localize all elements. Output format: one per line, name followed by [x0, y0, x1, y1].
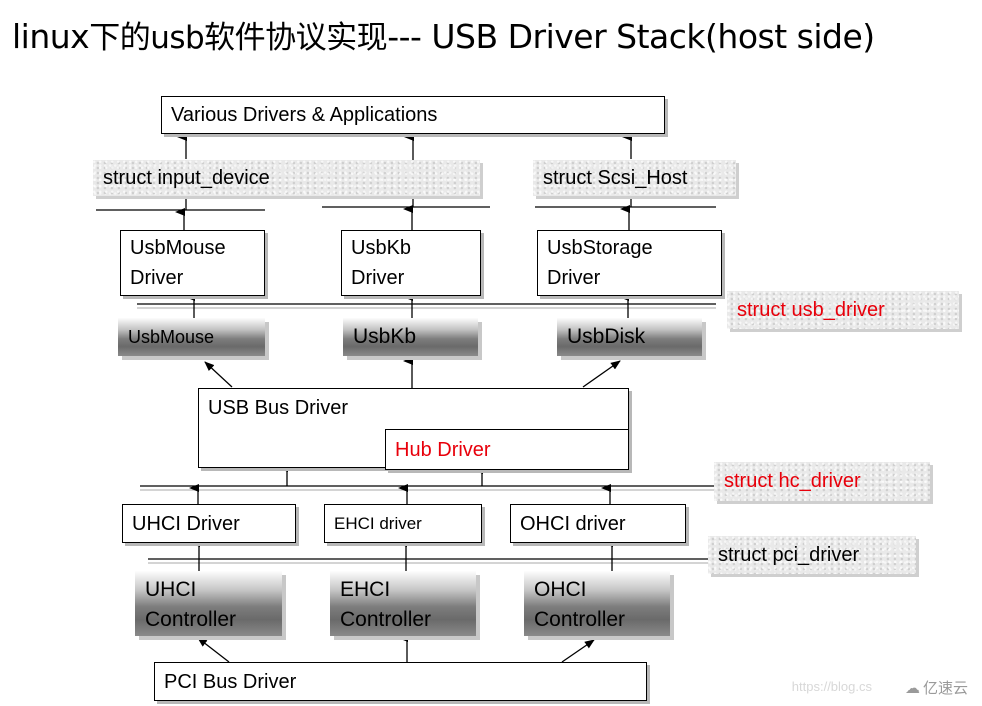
page-title: linux下的usb软件协议实现--- USB Driver Stack(hos…: [12, 12, 875, 57]
pci-bus-driver-label: PCI Bus Driver: [164, 670, 297, 693]
pci-bus-driver-box: PCI Bus Driver: [154, 662, 647, 701]
struct-input-device-label: struct input_device: [93, 160, 480, 196]
uhci-controller-line1: UHCI: [145, 578, 197, 601]
title-chinese: 下的usb软件协议实现: [89, 20, 388, 56]
arrow-pci-to-uhci: [197, 637, 230, 663]
various-drivers-label: Various Drivers & Applications: [171, 104, 438, 126]
ohci-driver-label: OHCI driver: [520, 512, 626, 535]
usbstorage-driver-line1: UsbStorage: [547, 237, 653, 259]
struct-scsi-host-label: struct Scsi_Host: [533, 160, 736, 196]
usb-bus-driver-label: USB Bus Driver: [208, 397, 349, 419]
title-prefix: linux: [12, 17, 90, 56]
ohci-controller-line2: Controller: [534, 608, 626, 631]
hub-driver-label: Hub Driver: [395, 438, 491, 461]
usbdisk-device-label: UsbDisk: [567, 325, 646, 348]
usbkb-device-label: UsbKb: [353, 325, 417, 348]
ehci-driver-label: EHCI driver: [334, 513, 422, 533]
struct-pci-driver-label: struct pci_driver: [708, 536, 916, 574]
watermark-url: https://blog.cs: [791, 679, 872, 694]
ehci-controller-line1: EHCI: [340, 578, 391, 601]
arrow-pci-to-ohci: [561, 639, 595, 663]
usbmouse-driver-box: UsbMouse Driver: [120, 230, 265, 296]
struct-hc-driver-label: struct hc_driver: [714, 462, 930, 501]
arrow-bus-to-usbmouse: [204, 361, 233, 388]
uhci-controller: UHCI Controller: [135, 571, 282, 636]
struct-pci-driver-text: struct pci_driver: [718, 543, 860, 566]
ohci-controller: OHCI Controller: [524, 571, 670, 636]
usbmouse-driver-line1: UsbMouse: [130, 237, 226, 259]
struct-input-device-text: struct input_device: [103, 166, 270, 189]
ehci-controller-line2: Controller: [340, 608, 432, 631]
struct-hc-driver-text: struct hc_driver: [724, 470, 861, 492]
usbmouse-device-label: UsbMouse: [128, 326, 215, 347]
title-suffix: --- USB Driver Stack(host side): [387, 17, 875, 56]
ohci-driver-box: OHCI driver: [510, 504, 686, 543]
struct-usb-driver-label: struct usb_driver: [727, 291, 959, 329]
usbkb-device: UsbKb: [343, 318, 478, 356]
struct-usb-driver-text: struct usb_driver: [737, 298, 885, 321]
ehci-controller: EHCI Controller: [330, 571, 476, 636]
cloud-logo-icon: ☁: [904, 678, 920, 697]
struct-scsi-host-text: struct Scsi_Host: [543, 166, 688, 189]
usbmouse-device: UsbMouse: [118, 318, 265, 356]
usbkb-driver-line1: UsbKb: [351, 237, 412, 259]
uhci-controller-line2: Controller: [145, 608, 237, 631]
usbkb-driver-line2: Driver: [351, 267, 405, 289]
usbkb-driver-box: UsbKb Driver: [341, 230, 481, 296]
usbdisk-device: UsbDisk: [557, 318, 702, 356]
ohci-controller-line1: OHCI: [534, 578, 587, 601]
ehci-driver-box: EHCI driver: [324, 504, 482, 543]
uhci-driver-label: UHCI Driver: [132, 512, 240, 535]
various-drivers-box: Various Drivers & Applications: [161, 96, 665, 134]
brand-name: 亿速云: [922, 679, 968, 697]
usbmouse-driver-line2: Driver: [130, 267, 184, 289]
watermark-brand: ☁ 亿速云: [905, 677, 968, 698]
uhci-driver-box: UHCI Driver: [122, 504, 296, 543]
usbstorage-driver-box: UsbStorage Driver: [537, 230, 722, 296]
hub-driver-box: Hub Driver: [385, 429, 629, 470]
arrow-bus-to-usbdisk: [582, 360, 621, 388]
usbstorage-driver-line2: Driver: [547, 267, 601, 289]
